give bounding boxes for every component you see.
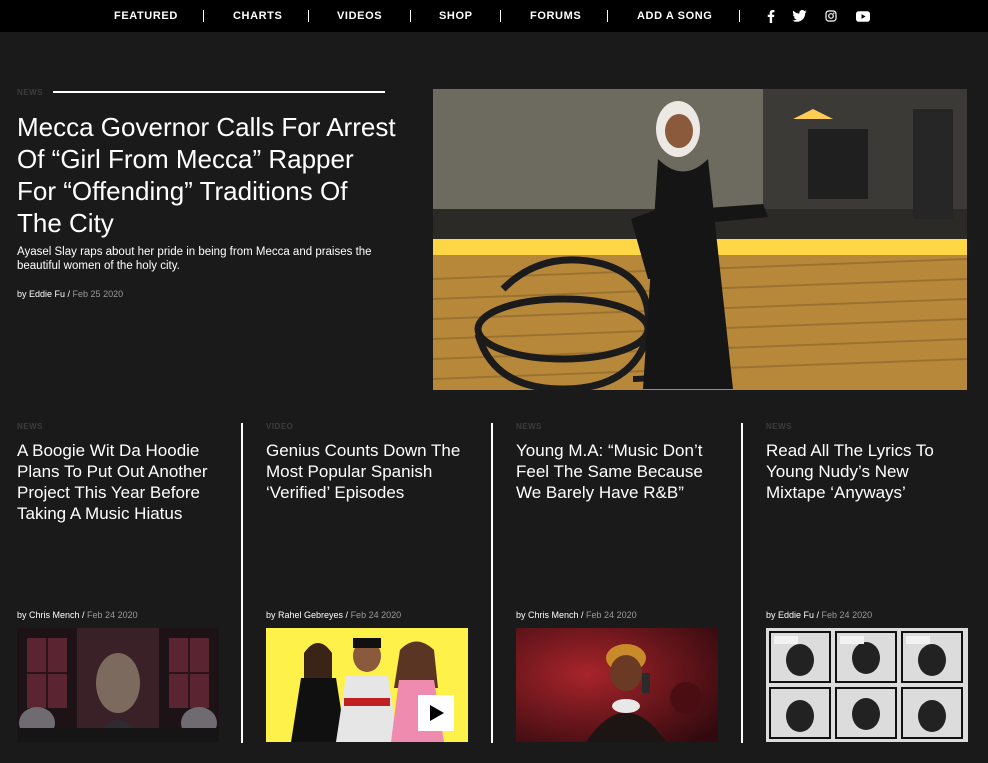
card-title[interactable]: Read All The Lyrics To Young Nudy’s New … (766, 440, 971, 503)
column-divider (491, 423, 493, 743)
twitter-icon[interactable] (791, 8, 807, 24)
card-category-label: NEWS (17, 422, 43, 431)
card-author[interactable]: by Rahel Gebreyes / (266, 610, 348, 620)
card-category-label: VIDEO (266, 422, 294, 431)
card-author[interactable]: by Eddie Fu / (766, 610, 819, 620)
hero-category-label: NEWS (17, 88, 43, 97)
card-date: Feb 24 2020 (821, 610, 873, 620)
hero-author[interactable]: by Eddie Fu / (17, 289, 70, 299)
nav-divider (739, 10, 740, 22)
article-card: NEWS Read All The Lyrics To Young Nudy’s… (766, 420, 968, 742)
article-card: VIDEO Genius Counts Down The Most Popula… (266, 420, 468, 742)
hero-date: Feb 25 2020 (72, 289, 124, 299)
column-divider (241, 423, 243, 743)
nav-divider (500, 10, 501, 22)
nav-shop[interactable]: SHOP (439, 0, 473, 32)
nav-videos[interactable]: VIDEOS (337, 0, 382, 32)
hero-description: Ayasel Slay raps about her pride in bein… (17, 246, 372, 272)
article-card: NEWS Young M.A: “Music Don’t Feel The Sa… (516, 420, 718, 742)
card-byline: by Rahel Gebreyes / Feb 24 2020 (266, 610, 401, 620)
card-thumbnail[interactable] (266, 628, 468, 742)
card-title[interactable]: A Boogie Wit Da Hoodie Plans To Put Out … (17, 440, 222, 524)
card-thumbnail[interactable] (766, 628, 968, 742)
card-author[interactable]: by Chris Mench / (17, 610, 85, 620)
instagram-icon[interactable] (823, 8, 839, 24)
card-byline: by Chris Mench / Feb 24 2020 (17, 610, 138, 620)
nav-featured[interactable]: FEATURED (114, 0, 178, 32)
nav-charts[interactable]: CHARTS (233, 0, 282, 32)
facebook-icon[interactable] (763, 8, 779, 24)
top-nav: FEATURED CHARTS VIDEOS SHOP FORUMS ADD A… (0, 0, 988, 32)
nav-forums[interactable]: FORUMS (530, 0, 581, 32)
card-category-label: NEWS (516, 422, 542, 431)
hero-image[interactable] (433, 89, 967, 390)
card-thumbnail[interactable] (17, 628, 219, 742)
card-date: Feb 24 2020 (87, 610, 138, 620)
hero-byline: by Eddie Fu / Feb 25 2020 (17, 289, 123, 299)
card-title[interactable]: Young M.A: “Music Don’t Feel The Same Be… (516, 440, 721, 503)
card-author[interactable]: by Chris Mench / (516, 610, 584, 620)
column-divider (741, 423, 743, 743)
card-date: Feb 24 2020 (350, 610, 402, 620)
card-byline: by Chris Mench / Feb 24 2020 (516, 610, 637, 620)
hero-title[interactable]: Mecca Governor Calls For Arrest Of “Girl… (17, 111, 397, 239)
card-thumbnail[interactable] (516, 628, 718, 742)
nav-divider (203, 10, 204, 22)
nav-add-a-song[interactable]: ADD A SONG (637, 0, 712, 32)
card-byline: by Eddie Fu / Feb 24 2020 (766, 610, 872, 620)
nav-divider (607, 10, 608, 22)
hero-rule (53, 91, 385, 93)
nav-divider (308, 10, 309, 22)
card-title[interactable]: Genius Counts Down The Most Popular Span… (266, 440, 471, 503)
nav-divider (410, 10, 411, 22)
card-date: Feb 24 2020 (586, 610, 637, 620)
card-category-label: NEWS (766, 422, 792, 431)
article-card: NEWS A Boogie Wit Da Hoodie Plans To Put… (17, 420, 219, 742)
youtube-icon[interactable] (855, 8, 871, 24)
